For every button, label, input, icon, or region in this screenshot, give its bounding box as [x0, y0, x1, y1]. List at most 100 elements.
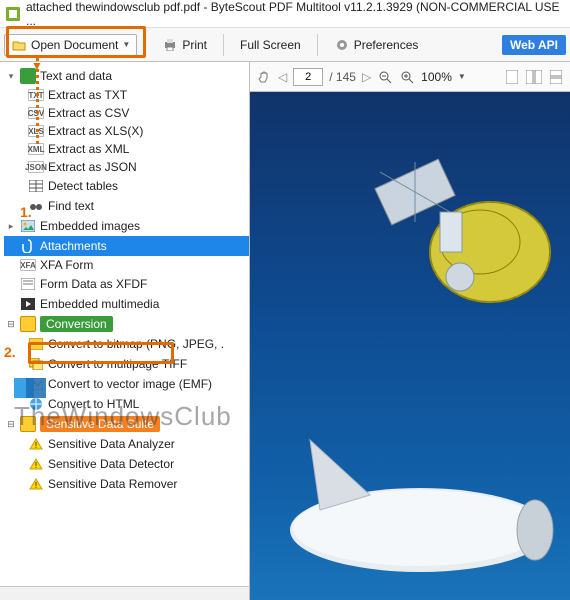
xml-icon: XML: [28, 143, 44, 155]
tree-label: Extract as XML: [48, 142, 129, 156]
table-icon: [28, 178, 44, 194]
full-screen-label: Full Screen: [240, 38, 301, 52]
tree-item-xfa-form[interactable]: ▸XFAXFA Form: [4, 256, 249, 274]
toolbar-separator: [145, 34, 146, 56]
web-api-button[interactable]: Web API: [502, 35, 566, 55]
folder-icon: [20, 316, 36, 332]
open-document-label: Open Document: [31, 38, 118, 52]
tree-item-attachments[interactable]: ▸Attachments: [4, 236, 249, 256]
tree-label: Attachments: [40, 239, 107, 253]
tree-label: Conversion: [40, 316, 113, 332]
tree-label: Sensitive Data Suite: [40, 416, 160, 432]
page-canvas[interactable]: [250, 92, 570, 600]
folder-open-icon: [11, 37, 27, 53]
tree-item-sensitive-detector[interactable]: ! Sensitive Data Detector: [26, 454, 249, 474]
tree-label: Embedded images: [40, 219, 140, 233]
tree-label: Embedded multimedia: [40, 297, 159, 311]
tree-label: Detect tables: [48, 179, 118, 193]
prev-page-icon[interactable]: ◁: [278, 70, 287, 84]
folder-icon: [20, 416, 36, 432]
pdf-content-satellite: [320, 142, 570, 362]
bitmap-icon: [28, 336, 44, 352]
collapse-icon[interactable]: ▾: [6, 71, 16, 81]
tree-item-detect-tables[interactable]: Detect tables: [26, 176, 249, 196]
horizontal-scrollbar[interactable]: [0, 586, 249, 600]
json-icon: JSON: [28, 161, 44, 173]
printer-icon: [162, 37, 178, 53]
tree-label: Sensitive Data Remover: [48, 477, 177, 491]
tree-cat-sensitive-data[interactable]: ⊟ Sensitive Data Suite: [4, 414, 249, 434]
app-icon: [6, 7, 20, 21]
tree-label: Extract as CSV: [48, 106, 129, 120]
image-icon: [20, 218, 36, 234]
tree-item-convert-tiff[interactable]: Convert to multipage TIFF: [26, 354, 249, 374]
toolbar-separator: [317, 34, 318, 56]
tree-item-find-text[interactable]: Find text: [26, 196, 249, 216]
tree-label: XFA Form: [40, 258, 93, 272]
tree-item-extract-xls[interactable]: XLSExtract as XLS(X): [26, 122, 249, 140]
pdf-content-rocket: [280, 410, 560, 590]
tiff-icon: [28, 356, 44, 372]
tree-item-extract-csv[interactable]: CSVExtract as CSV: [26, 104, 249, 122]
vector-icon: [28, 376, 44, 392]
print-button[interactable]: Print: [154, 33, 215, 57]
hand-tool-icon[interactable]: [256, 69, 272, 85]
full-screen-button[interactable]: Full Screen: [232, 34, 309, 56]
collapse-icon[interactable]: ⊟: [6, 419, 16, 429]
tree-label: Convert to multipage TIFF: [48, 357, 187, 371]
tree-item-extract-json[interactable]: JSONExtract as JSON: [26, 158, 249, 176]
tree-label: Extract as XLS(X): [48, 124, 143, 138]
multimedia-icon: [20, 296, 36, 312]
title-bar: attached thewindowsclub pdf.pdf - ByteSc…: [0, 0, 570, 28]
tree-label: Convert to vector image (EMF): [48, 377, 212, 391]
zoom-level[interactable]: 100%: [421, 70, 452, 84]
annotation-arrow-icon: ▲: [31, 60, 43, 74]
form-icon: [20, 276, 36, 292]
tree-item-form-data-xfdf[interactable]: ▸Form Data as XFDF: [4, 274, 249, 294]
preferences-button[interactable]: Preferences: [326, 33, 427, 57]
tree-label: Sensitive Data Detector: [48, 457, 174, 471]
toolbar-separator: [223, 34, 224, 56]
page-layout-icon[interactable]: [548, 69, 564, 85]
tree-item-convert-html[interactable]: Convert to HTML: [26, 394, 249, 414]
svg-text:!: !: [35, 441, 37, 450]
chevron-down-icon[interactable]: ▼: [458, 72, 466, 81]
two-page-icon[interactable]: [526, 69, 542, 85]
tree-label: Sensitive Data Analyzer: [48, 437, 175, 451]
paperclip-icon: [20, 238, 36, 254]
zoom-out-icon[interactable]: [377, 69, 393, 85]
tree-cat-conversion[interactable]: ⊟ Conversion: [4, 314, 249, 334]
tree-label: Extract as TXT: [48, 88, 127, 102]
tree-item-convert-emf[interactable]: Convert to vector image (EMF): [26, 374, 249, 394]
zoom-in-icon[interactable]: [399, 69, 415, 85]
warning-icon: !: [28, 476, 44, 492]
tree-item-extract-xml[interactable]: XML Extract as XML: [26, 140, 249, 158]
tree-label: Form Data as XFDF: [40, 277, 147, 291]
svg-text:!: !: [35, 481, 37, 490]
tree-label: Convert to HTML: [48, 397, 139, 411]
tree-item-extract-txt[interactable]: TXTExtract as TXT: [26, 86, 249, 104]
tree-item-sensitive-analyzer[interactable]: ! Sensitive Data Analyzer: [26, 434, 249, 454]
open-document-button[interactable]: Open Document ▼: [4, 34, 137, 56]
tree-item-convert-bitmap[interactable]: Convert to bitmap (PNG, JPEG, .: [26, 334, 249, 354]
expand-icon[interactable]: ▸: [6, 221, 16, 231]
annotation-step-2: 2.: [4, 344, 16, 360]
warning-icon: !: [28, 456, 44, 472]
warning-icon: !: [28, 436, 44, 452]
svg-text:!: !: [35, 461, 37, 470]
xfa-icon: XFA: [20, 259, 36, 271]
collapse-icon[interactable]: ⊟: [6, 319, 16, 329]
single-page-icon[interactable]: [504, 69, 520, 85]
next-page-icon[interactable]: ▷: [362, 70, 371, 84]
tree-item-sensitive-remover[interactable]: ! Sensitive Data Remover: [26, 474, 249, 494]
chevron-down-icon: ▼: [122, 40, 130, 49]
web-api-label: Web API: [510, 38, 558, 52]
tree-label: Convert to bitmap (PNG, JPEG, .: [48, 337, 224, 351]
tree-label: Text and data: [40, 69, 112, 83]
html-icon: [28, 396, 44, 412]
annotation-step-1: 1.: [20, 204, 32, 220]
tree-item-embedded-images[interactable]: ▸ Embedded images: [4, 216, 249, 236]
main-toolbar: Open Document ▼ Print Full Screen Prefer…: [0, 28, 570, 62]
tree-item-embedded-multimedia[interactable]: ▸Embedded multimedia: [4, 294, 249, 314]
page-number-input[interactable]: [293, 68, 323, 86]
